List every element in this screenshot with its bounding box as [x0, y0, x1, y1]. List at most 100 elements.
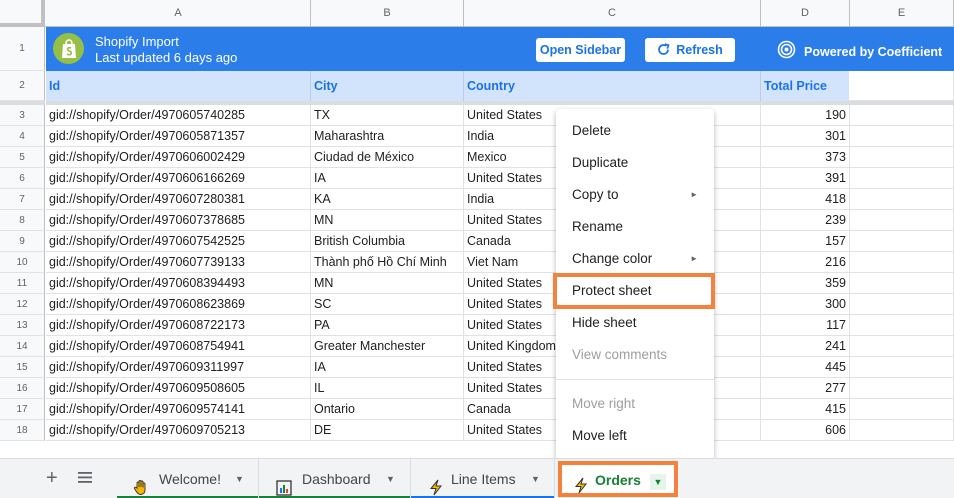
- cell-total-price[interactable]: 239: [761, 210, 850, 231]
- cell-id[interactable]: gid://shopify/Order/4970608754941: [46, 336, 311, 357]
- row-number[interactable]: 10: [0, 252, 45, 273]
- cell-empty[interactable]: [850, 273, 954, 294]
- menu-item-delete[interactable]: Delete: [556, 116, 714, 146]
- row-number[interactable]: 3: [0, 105, 45, 126]
- cell-city[interactable]: TX: [311, 105, 464, 126]
- add-sheet-button[interactable]: +: [46, 467, 58, 490]
- cell-id[interactable]: gid://shopify/Order/4970607542525: [46, 231, 311, 252]
- cell-city[interactable]: PA: [311, 315, 464, 336]
- cell-empty[interactable]: [850, 105, 954, 126]
- cell-empty[interactable]: [850, 126, 954, 147]
- cell-total-price[interactable]: 391: [761, 168, 850, 189]
- row-number[interactable]: 6: [0, 168, 45, 189]
- cell-id[interactable]: gid://shopify/Order/4970605871357: [46, 126, 311, 147]
- menu-item-move-left[interactable]: Move left: [556, 421, 714, 451]
- cell-empty[interactable]: [850, 231, 954, 252]
- cell-city[interactable]: Maharashtra: [311, 126, 464, 147]
- row-number[interactable]: 11: [0, 273, 45, 294]
- header-total-price[interactable]: Total Price: [761, 71, 850, 101]
- refresh-button[interactable]: Refresh: [645, 38, 735, 62]
- row-number[interactable]: 12: [0, 294, 45, 315]
- tab-dropdown-icon[interactable]: ▼: [531, 459, 540, 498]
- menu-item-rename[interactable]: Rename: [556, 212, 714, 242]
- cell-id[interactable]: gid://shopify/Order/4970607378685: [46, 210, 311, 231]
- tab-orders[interactable]: Orders ▼: [558, 461, 678, 497]
- tab-dropdown-icon[interactable]: ▼: [235, 459, 244, 498]
- cell-empty[interactable]: [850, 168, 954, 189]
- column-header-a[interactable]: A: [46, 0, 311, 27]
- row-number[interactable]: 7: [0, 189, 45, 210]
- menu-item-duplicate[interactable]: Duplicate: [556, 148, 714, 178]
- row-number[interactable]: 13: [0, 315, 45, 336]
- menu-item-copy-to[interactable]: Copy to ►: [556, 180, 714, 210]
- cell-city[interactable]: Ciudad de México: [311, 147, 464, 168]
- cell-total-price[interactable]: 277: [761, 378, 850, 399]
- cell-empty[interactable]: [850, 210, 954, 231]
- open-sidebar-button[interactable]: Open Sidebar: [536, 38, 625, 62]
- row-number[interactable]: 2: [0, 71, 45, 101]
- cell-id[interactable]: gid://shopify/Order/4970608722173: [46, 315, 311, 336]
- row-number[interactable]: 5: [0, 147, 45, 168]
- cell-total-price[interactable]: 157: [761, 231, 850, 252]
- cell-city[interactable]: IA: [311, 168, 464, 189]
- cell-id[interactable]: gid://shopify/Order/4970606002429: [46, 147, 311, 168]
- cell-city[interactable]: Thành phố Hồ Chí Minh: [311, 252, 464, 273]
- cell-city[interactable]: DE: [311, 420, 464, 441]
- cell-city[interactable]: Greater Manchester: [311, 336, 464, 357]
- tab-dropdown-icon[interactable]: ▼: [386, 459, 395, 498]
- select-all-corner[interactable]: [0, 0, 45, 27]
- cell-empty[interactable]: [850, 336, 954, 357]
- header-empty-cell[interactable]: [849, 71, 954, 101]
- row-number[interactable]: 14: [0, 336, 45, 357]
- cell-city[interactable]: MN: [311, 210, 464, 231]
- cell-total-price[interactable]: 300: [761, 294, 850, 315]
- cell-empty[interactable]: [850, 147, 954, 168]
- menu-item-protect-sheet[interactable]: Protect sheet: [553, 273, 715, 309]
- row-number[interactable]: 4: [0, 126, 45, 147]
- cell-total-price[interactable]: 606: [761, 420, 850, 441]
- cell-total-price[interactable]: 445: [761, 357, 850, 378]
- cell-total-price[interactable]: 301: [761, 126, 850, 147]
- tab-line-items[interactable]: Line Items ▼: [411, 459, 555, 498]
- cell-id[interactable]: gid://shopify/Order/4970607280381: [46, 189, 311, 210]
- row-number[interactable]: 9: [0, 231, 45, 252]
- cell-empty[interactable]: [850, 294, 954, 315]
- cell-total-price[interactable]: 117: [761, 315, 850, 336]
- header-id[interactable]: Id: [46, 71, 311, 101]
- cell-id[interactable]: gid://shopify/Order/4970609508605: [46, 378, 311, 399]
- cell-id[interactable]: gid://shopify/Order/4970608623869: [46, 294, 311, 315]
- tab-dropdown-icon[interactable]: ▼: [650, 474, 666, 490]
- cell-empty[interactable]: [850, 252, 954, 273]
- cell-city[interactable]: IA: [311, 357, 464, 378]
- row-number[interactable]: 18: [0, 420, 45, 441]
- cell-city[interactable]: IL: [311, 378, 464, 399]
- cell-id[interactable]: gid://shopify/Order/4970607739133: [46, 252, 311, 273]
- cell-empty[interactable]: [850, 420, 954, 441]
- menu-item-change-color[interactable]: Change color ►: [556, 244, 714, 274]
- cell-city[interactable]: SC: [311, 294, 464, 315]
- header-country[interactable]: Country: [464, 71, 761, 101]
- cell-city[interactable]: British Columbia: [311, 231, 464, 252]
- tab-welcome[interactable]: Welcome! ▼: [117, 459, 259, 498]
- cell-id[interactable]: gid://shopify/Order/4970609574141: [46, 399, 311, 420]
- cell-id[interactable]: gid://shopify/Order/4970609705213: [46, 420, 311, 441]
- column-header-c[interactable]: C: [464, 0, 761, 27]
- cell-empty[interactable]: [850, 357, 954, 378]
- row-number[interactable]: 8: [0, 210, 45, 231]
- all-sheets-button[interactable]: [78, 471, 92, 489]
- cell-total-price[interactable]: 241: [761, 336, 850, 357]
- cell-total-price[interactable]: 418: [761, 189, 850, 210]
- cell-total-price[interactable]: 359: [761, 273, 850, 294]
- cell-empty[interactable]: [850, 399, 954, 420]
- row-number[interactable]: 1: [0, 27, 45, 71]
- cell-id[interactable]: gid://shopify/Order/4970608394493: [46, 273, 311, 294]
- cell-city[interactable]: MN: [311, 273, 464, 294]
- cell-id[interactable]: gid://shopify/Order/4970606166269: [46, 168, 311, 189]
- menu-item-hide-sheet[interactable]: Hide sheet: [556, 308, 714, 338]
- cell-total-price[interactable]: 415: [761, 399, 850, 420]
- cell-empty[interactable]: [850, 378, 954, 399]
- powered-by-coefficient[interactable]: Powered by Coefficient: [777, 40, 942, 62]
- row-number[interactable]: 15: [0, 357, 45, 378]
- tab-dashboard[interactable]: Dashboard ▼: [259, 459, 411, 498]
- cell-total-price[interactable]: 190: [761, 105, 850, 126]
